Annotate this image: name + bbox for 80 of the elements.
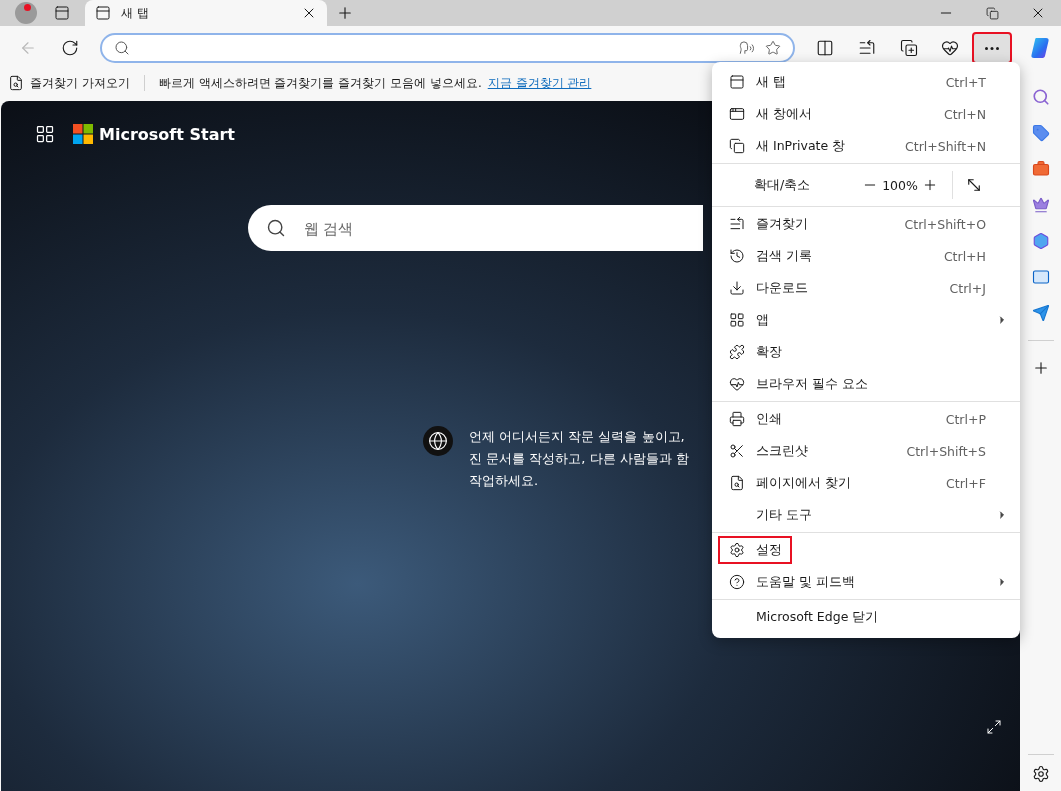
new-tab-icon — [729, 74, 745, 90]
heart-pulse-icon — [729, 376, 745, 392]
search-icon[interactable] — [1031, 88, 1050, 106]
menu-item[interactable]: 앱 — [712, 304, 1020, 336]
shortcut-text: Ctrl+Shift+N — [905, 138, 987, 154]
settings-icon[interactable] — [1031, 765, 1050, 783]
menu-item[interactable]: 즐겨찾기 Ctrl+Shift+O — [712, 208, 1020, 240]
fullscreen-icon[interactable] — [965, 176, 983, 194]
menu-item[interactable]: Microsoft Edge 닫기 — [712, 601, 1020, 633]
split-screen-icon[interactable] — [816, 39, 835, 57]
briefcase-icon[interactable] — [1031, 160, 1050, 178]
address-field[interactable] — [99, 33, 796, 63]
zoom-value: 100% — [881, 177, 919, 193]
expand-icon[interactable] — [986, 719, 1002, 735]
download-icon — [729, 280, 745, 296]
favorites-icon[interactable] — [857, 39, 876, 57]
web-search-field[interactable]: 웹 검색 — [248, 205, 703, 251]
apps-grid-icon[interactable] — [35, 124, 55, 144]
more-icon — [985, 46, 1000, 50]
hexagon-icon[interactable] — [1031, 232, 1050, 250]
shortcut-text: Ctrl+N — [943, 106, 987, 122]
shortcut-text: Ctrl+Shift+S — [906, 443, 987, 459]
send-icon[interactable] — [1031, 304, 1050, 322]
logo-icon — [73, 124, 93, 144]
tab-title: 새 탭 — [121, 4, 150, 22]
read-aloud-icon[interactable] — [739, 40, 756, 56]
menu-item[interactable]: 새 창에서 Ctrl+N — [712, 98, 1020, 130]
shortcut-text: Ctrl+F — [946, 475, 987, 491]
menu-item[interactable]: 페이지에서 찾기 Ctrl+F — [712, 467, 1020, 499]
menu-item[interactable]: 스크린샷 Ctrl+Shift+S — [712, 435, 1020, 467]
favorites-hint-text: 빠르게 액세스하려면 즐겨찾기를 즐겨찾기 모음에 넣으세요. 지금 즐겨찾기 관리 — [158, 74, 592, 92]
scissors-icon — [729, 443, 745, 459]
find-page-icon — [729, 475, 745, 491]
shortcut-text: Ctrl+J — [949, 280, 987, 296]
more-button[interactable] — [972, 32, 1012, 64]
new-tab-plus-icon[interactable] — [336, 4, 354, 22]
search-icon — [266, 218, 286, 238]
zoom-in-icon[interactable] — [922, 177, 938, 193]
menu-item[interactable]: 브라우저 필수 요소 — [712, 368, 1020, 400]
manage-favorites-link[interactable]: 지금 즐겨찾기 관리 — [487, 75, 592, 90]
tag-icon[interactable] — [1031, 124, 1050, 142]
import-favorites-button[interactable]: 즐겨찾기 가져오기 — [8, 74, 130, 92]
help-icon — [729, 574, 745, 590]
star-icon[interactable] — [765, 40, 782, 56]
shortcut-text: Ctrl+T — [945, 74, 987, 90]
globe-icon — [423, 426, 453, 456]
profile-avatar[interactable] — [15, 2, 37, 24]
menu-item[interactable]: 새 탭 Ctrl+T — [712, 66, 1020, 98]
shortcut-text: Ctrl+Shift+O — [904, 216, 987, 232]
shortcut-text: Ctrl+P — [945, 411, 987, 427]
new-tab-icon — [95, 5, 111, 21]
history-icon — [729, 248, 745, 264]
collections-icon[interactable] — [899, 39, 918, 57]
puzzle-icon — [729, 344, 745, 360]
search-icon — [113, 40, 130, 56]
settings-icon — [729, 542, 745, 558]
browser-tab[interactable]: 새 탭 — [85, 0, 327, 26]
restore-icon[interactable] — [985, 6, 999, 20]
favorites-icon — [729, 216, 745, 232]
menu-item[interactable]: 도움말 및 피드백 — [712, 566, 1020, 598]
printer-icon — [729, 411, 745, 427]
menu-item[interactable]: 다운로드 Ctrl+J — [712, 272, 1020, 304]
heart-pulse-icon[interactable] — [941, 39, 960, 57]
notification-dot — [24, 4, 31, 11]
menu-item[interactable]: 인쇄 Ctrl+P — [712, 403, 1020, 435]
refresh-icon[interactable] — [60, 39, 79, 57]
window-icon — [729, 106, 745, 122]
tab-actions-icon[interactable] — [54, 5, 70, 21]
menu-item[interactable]: 확장 — [712, 336, 1020, 368]
apps-icon — [729, 312, 745, 328]
menu-item[interactable]: 검색 기록 Ctrl+H — [712, 240, 1020, 272]
zoom-label: 확대/축소 — [754, 176, 812, 194]
mail-icon[interactable] — [1031, 268, 1050, 286]
promo-text: 언제 어디서든지 작문 실력을 높이고, 진 문서를 작성하고, 다른 사람들과 함 작업하세요. — [469, 428, 690, 490]
menu-item[interactable]: 설정 — [712, 534, 1020, 566]
brand-name: Microsoft Start — [99, 124, 235, 144]
crown-icon[interactable] — [1031, 196, 1050, 214]
shortcut-text: Ctrl+H — [943, 248, 987, 264]
menu-item[interactable]: 새 InPrivate 창 Ctrl+Shift+N — [712, 130, 1020, 162]
menu-item[interactable]: 기타 도구 — [712, 499, 1020, 531]
